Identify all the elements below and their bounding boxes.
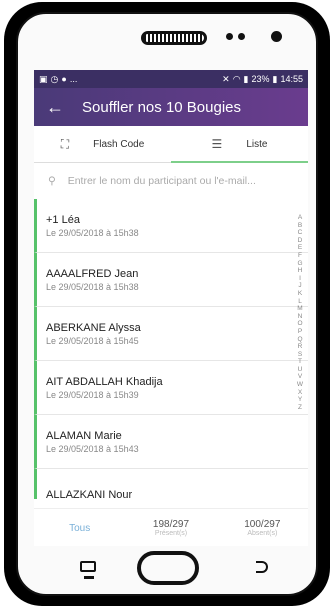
alphabet-letter[interactable]: D [298,237,303,245]
app-screen: ▣ ◷ ● ... ✕ ◠ ▮ 23% ▮ 14:55 ← Souffler n… [34,70,308,546]
participant-name: AAAALFRED Jean [46,267,139,280]
alphabet-letter[interactable]: H [298,267,303,275]
participant-name: AIT ABDALLAH Khadija [46,375,163,388]
app-bar: ← Souffler nos 10 Bougies [34,88,308,126]
status-time: 14:55 [280,74,303,84]
absent-label: Absent(s) [247,530,278,537]
alphabet-letter[interactable]: F [298,252,302,260]
alphabet-letter[interactable]: O [297,320,302,328]
alphabet-letter[interactable]: J [298,282,301,290]
filter-tous-label: Tous [69,522,91,534]
alphabet-letter[interactable]: Y [298,396,302,404]
participant-date: Le 29/05/2018 à 15h38 [46,227,139,238]
alphabet-letter[interactable]: G [297,260,302,268]
participant-date: Le 29/05/2018 à 15h38 [46,281,139,292]
battery-icon: ▮ [272,73,278,84]
sensor-dot [226,33,233,40]
tab-label: Liste [246,138,268,150]
sensor-dot [238,33,245,40]
tab-flash-code[interactable]: ⛶ Flash Code [34,126,171,162]
participant-list: +1 Léa Le 29/05/2018 à 15h38 AAAALFRED J… [34,199,308,499]
alphabet-letter[interactable]: U [298,366,303,374]
tab-label: Flash Code [93,138,145,150]
filter-present[interactable]: 198/297 Présent(s) [125,509,216,546]
search-input[interactable]: Entrer le nom du participant ou l'e-mail… [68,175,256,187]
gallery-icon: ▣ [39,73,48,84]
alphabet-letter[interactable]: Q [297,336,302,344]
alphabet-letter[interactable]: X [298,389,302,397]
speaker-grille [141,31,207,45]
scan-icon: ⛶ [60,136,70,151]
alphabet-index[interactable]: ABCDEFGHIJKLMNOPQRSTUVWXYZ [295,214,305,411]
tab-bar: ⛶ Flash Code ☰ Liste [34,126,308,163]
participant-name: ALAMAN Marie [46,429,122,442]
wifi-icon: ◠ [232,73,241,84]
alphabet-letter[interactable]: A [298,214,302,222]
filter-absent[interactable]: 100/297 Absent(s) [217,509,308,546]
alphabet-letter[interactable]: M [297,305,302,313]
app-icon: ● [61,74,67,84]
summary-bar: Tous 198/297 Présent(s) 100/297 Absent(s… [34,508,308,546]
list-item[interactable]: AIT ABDALLAH Khadija Le 29/05/2018 à 15h… [34,361,308,415]
battery-percent: 23% [251,74,270,84]
alphabet-letter[interactable]: R [298,343,303,351]
alphabet-letter[interactable]: E [298,244,302,252]
back-arrow-icon[interactable]: ← [46,97,82,118]
alphabet-letter[interactable]: T [298,358,302,366]
search-icon: ⚲ [48,175,56,187]
alphabet-letter[interactable]: L [298,298,302,306]
tab-liste[interactable]: ☰ Liste [171,126,308,162]
status-bar: ▣ ◷ ● ... ✕ ◠ ▮ 23% ▮ 14:55 [34,70,308,88]
participant-date: Le 29/05/2018 à 15h45 [46,335,139,346]
signal-icon: ▮ [243,73,249,84]
search-bar[interactable]: ⚲ Entrer le nom du participant ou l'e-ma… [34,163,308,200]
tab-indicator [171,161,308,163]
list-item[interactable]: AAAALFRED Jean Le 29/05/2018 à 15h38 [34,253,308,307]
present-count: 198/297 [152,519,190,530]
recents-button[interactable] [80,561,96,572]
participant-name: +1 Léa [46,213,80,226]
participant-date: Le 29/05/2018 à 15h39 [46,389,139,400]
page-title: Souffler nos 10 Bougies [82,98,242,116]
alphabet-letter[interactable]: V [298,373,302,381]
absent-count: 100/297 [244,519,281,530]
system-back-button[interactable] [256,561,268,573]
filter-tous[interactable]: Tous [34,509,125,546]
participant-date: Le 29/05/2018 à 15h43 [46,443,139,454]
alphabet-letter[interactable]: K [298,290,302,298]
recents-button-base [84,576,94,579]
alphabet-letter[interactable]: I [299,275,301,283]
alphabet-letter[interactable]: W [297,381,303,389]
alphabet-letter[interactable]: C [298,229,303,237]
alphabet-letter[interactable]: N [298,313,303,321]
status-ellipsis: ... [69,74,78,84]
alphabet-letter[interactable]: P [298,328,302,336]
camera-dot [271,31,282,42]
list-item[interactable]: ALAMAN Marie Le 29/05/2018 à 15h43 [34,415,308,469]
alphabet-letter[interactable]: B [298,222,302,230]
list-item[interactable]: ABERKANE Alyssa Le 29/05/2018 à 15h45 [34,307,308,361]
present-label: Présent(s) [154,530,188,537]
list-item[interactable]: +1 Léa Le 29/05/2018 à 15h38 [34,199,308,253]
mute-icon: ✕ [222,73,230,84]
clock-icon: ◷ [50,73,59,84]
alphabet-letter[interactable]: S [298,351,302,359]
alphabet-letter[interactable]: Z [298,404,302,412]
list-icon: ☰ [211,137,223,151]
home-button[interactable] [137,551,199,585]
participant-name: ABERKANE Alyssa [46,321,141,334]
participant-name: ALLAZKANI Nour [46,488,133,500]
list-item[interactable]: ALLAZKANI Nour [34,469,308,499]
